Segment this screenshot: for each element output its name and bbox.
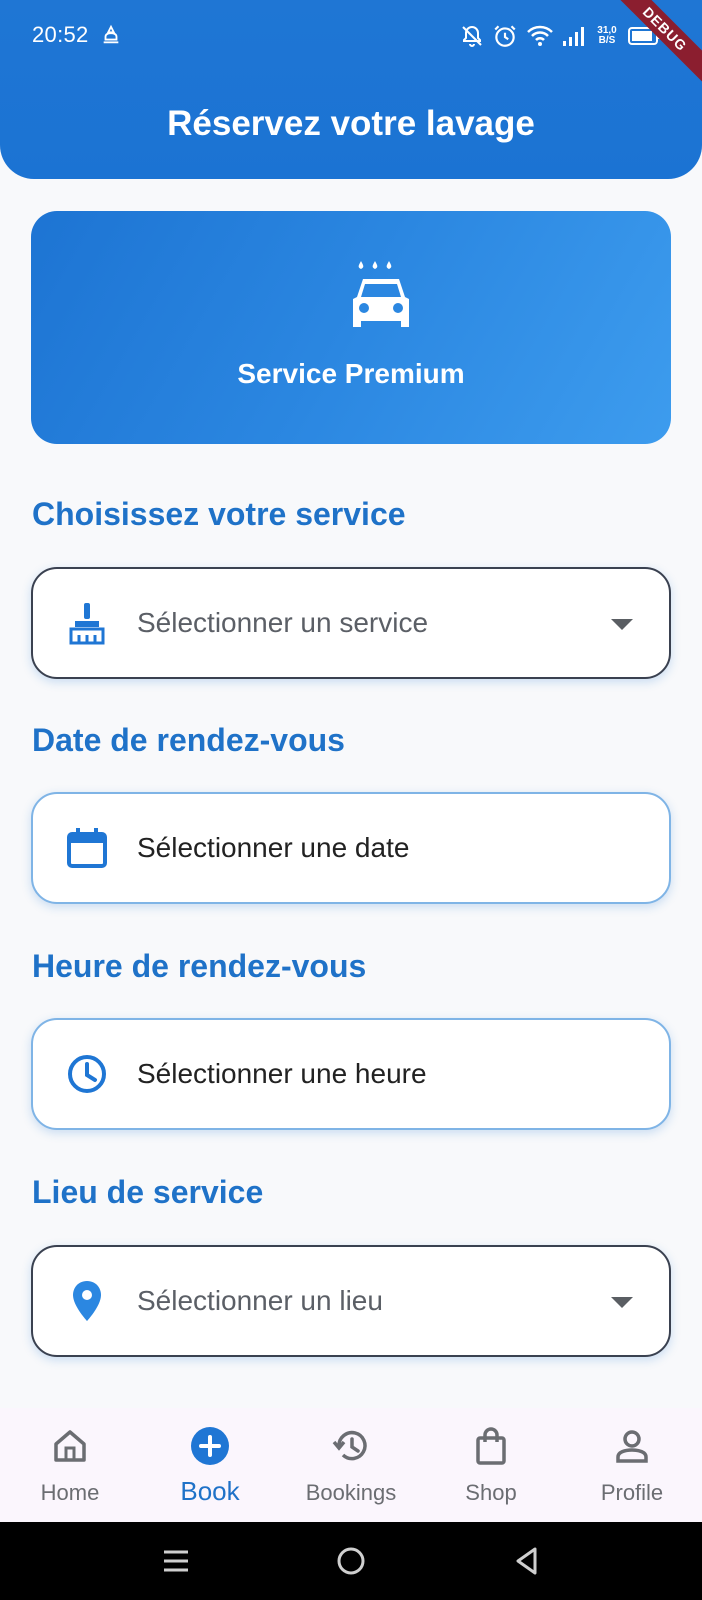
history-icon xyxy=(332,1430,367,1461)
cleaning-brush-icon xyxy=(69,603,105,645)
dnd-bell-off-icon xyxy=(462,25,482,47)
home-circle-icon[interactable] xyxy=(334,1544,368,1578)
page-title: Réservez votre lavage xyxy=(167,104,535,143)
date-picker-field[interactable]: Sélectionner une date xyxy=(31,792,671,904)
back-triangle-icon[interactable] xyxy=(510,1544,544,1578)
wifi-icon xyxy=(527,25,553,46)
bottom-navigation: Home Book Bookings Shop Profile xyxy=(0,1408,702,1522)
status-time: 20:52 xyxy=(32,22,89,47)
chevron-down-icon xyxy=(611,619,633,630)
system-navigation-bar xyxy=(0,1522,702,1600)
location-placeholder: Sélectionner un lieu xyxy=(137,1285,383,1316)
nav-label-book: Book xyxy=(180,1476,240,1506)
service-placeholder: Sélectionner un service xyxy=(137,607,429,638)
status-bar: 20:52 31,0 B/S xyxy=(0,18,702,54)
nav-item-profile[interactable]: Profile xyxy=(562,1408,702,1522)
nav-item-bookings[interactable]: Bookings xyxy=(281,1408,421,1522)
nav-item-book[interactable]: Book xyxy=(140,1408,280,1522)
netspeed: 31,0 B/S xyxy=(594,26,620,46)
date-placeholder: Sélectionner une date xyxy=(137,832,410,863)
netspeed-unit: B/S xyxy=(598,35,616,46)
time-label: Heure de rendez-vous xyxy=(32,948,367,984)
nav-item-shop[interactable]: Shop xyxy=(421,1408,561,1522)
home-icon xyxy=(54,1430,86,1462)
alarm-icon xyxy=(494,25,516,47)
service-label: Choisissez votre service xyxy=(32,496,406,532)
chevron-down-icon xyxy=(611,1297,633,1308)
service-dropdown[interactable]: Sélectionner un service xyxy=(31,567,671,679)
location-dropdown[interactable]: Sélectionner un lieu xyxy=(31,1245,671,1357)
clock-icon xyxy=(68,1055,106,1093)
nav-label-bookings: Bookings xyxy=(305,1480,397,1505)
date-label: Date de rendez-vous xyxy=(32,722,345,758)
location-pin-icon xyxy=(73,1281,101,1321)
car-wash-icon xyxy=(353,261,409,327)
status-icons: 31,0 B/S xyxy=(460,22,662,50)
notification-app-icon xyxy=(103,24,119,44)
recent-apps-icon[interactable] xyxy=(159,1544,193,1578)
signal-icon xyxy=(563,27,584,46)
calendar-icon xyxy=(67,828,107,868)
nav-label-profile: Profile xyxy=(600,1480,664,1505)
shopping-bag-icon xyxy=(476,1427,506,1465)
time-picker-field[interactable]: Sélectionner une heure xyxy=(31,1018,671,1130)
hero-title: Service Premium xyxy=(237,358,465,389)
location-label: Lieu de service xyxy=(32,1174,264,1210)
app-bar: 20:52 31,0 B/S DEBUG Réservez votre lava… xyxy=(0,0,702,179)
nav-label-shop: Shop xyxy=(465,1480,517,1505)
nav-item-home[interactable]: Home xyxy=(0,1408,140,1522)
person-icon xyxy=(616,1430,648,1463)
time-placeholder: Sélectionner une heure xyxy=(137,1058,427,1089)
add-circle-icon xyxy=(191,1427,229,1465)
nav-label-home: Home xyxy=(40,1480,100,1505)
hero-card: Service Premium xyxy=(31,211,671,444)
